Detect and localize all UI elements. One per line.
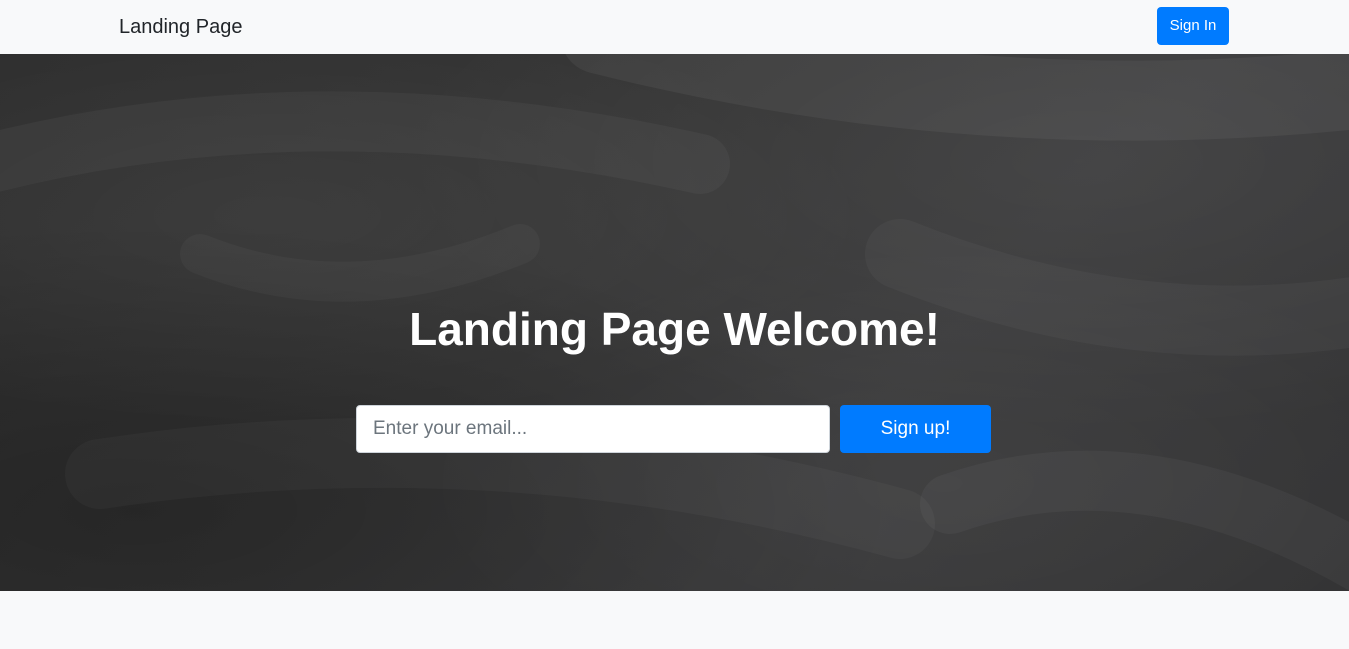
navbar: Landing Page Sign In: [0, 0, 1349, 54]
sign-in-button[interactable]: Sign In: [1157, 7, 1229, 45]
page-bottom-area: [0, 591, 1349, 649]
hero-title: Landing Page Welcome!: [409, 303, 940, 355]
sign-up-button[interactable]: Sign up!: [840, 405, 991, 453]
brand-link[interactable]: Landing Page: [119, 14, 242, 40]
hero-section: Landing Page Welcome! Sign up!: [0, 54, 1349, 591]
email-input[interactable]: [356, 405, 830, 453]
